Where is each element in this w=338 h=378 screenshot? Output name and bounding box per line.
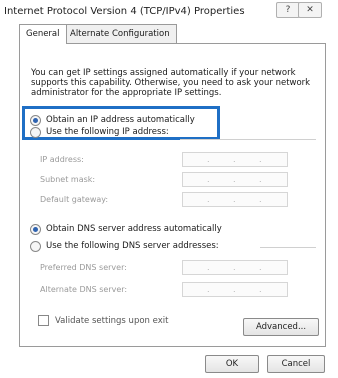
- ok-button[interactable]: OK: [205, 355, 259, 373]
- radio-label: Obtain DNS server address automatically: [46, 224, 222, 234]
- alternate-dns-label: Alternate DNS server:: [40, 285, 128, 294]
- close-button[interactable]: ✕: [298, 2, 322, 18]
- radio-button[interactable]: [30, 223, 41, 235]
- default-gateway-label: Default gateway:: [40, 195, 109, 204]
- subnet-mask-input[interactable]: ...: [182, 172, 288, 187]
- radio-use-following-dns[interactable]: Use the following DNS server addresses:: [30, 240, 219, 252]
- cancel-button[interactable]: Cancel: [267, 355, 325, 373]
- radio-selected-dot: [33, 226, 38, 232]
- preferred-dns-label: Preferred DNS server:: [40, 263, 127, 272]
- radio-button[interactable]: [30, 126, 41, 138]
- help-button[interactable]: ?: [276, 2, 300, 18]
- validate-settings-row[interactable]: Validate settings upon exit: [38, 315, 168, 326]
- radio-label: Use the following IP address:: [46, 127, 169, 137]
- preferred-dns-input[interactable]: ...: [182, 260, 288, 275]
- validate-checkbox[interactable]: [38, 315, 49, 326]
- ip-address-label: IP address:: [40, 155, 84, 164]
- ip-address-input[interactable]: ...: [182, 152, 288, 167]
- advanced-button[interactable]: Advanced...: [243, 318, 319, 336]
- title-bar: Internet Protocol Version 4 (TCP/IPv4) P…: [0, 0, 338, 24]
- radio-obtain-dns-auto[interactable]: Obtain DNS server address automatically: [30, 223, 222, 235]
- window-title: Internet Protocol Version 4 (TCP/IPv4) P…: [4, 6, 245, 17]
- radio-button[interactable]: [30, 240, 41, 252]
- radio-selected-dot: [33, 117, 38, 123]
- radio-button[interactable]: [30, 114, 41, 126]
- radio-label: Use the following DNS server addresses:: [46, 241, 219, 251]
- radio-use-following-ip[interactable]: Use the following IP address:: [30, 126, 169, 138]
- validate-label: Validate settings upon exit: [55, 315, 169, 326]
- default-gateway-input[interactable]: ...: [182, 192, 288, 207]
- tab-general[interactable]: General: [19, 24, 67, 44]
- radio-label: Obtain an IP address automatically: [46, 115, 195, 125]
- radio-obtain-ip-auto[interactable]: Obtain an IP address automatically: [30, 114, 195, 126]
- description-text: You can get IP settings assigned automat…: [31, 68, 311, 98]
- subnet-mask-label: Subnet mask:: [40, 175, 96, 184]
- alternate-dns-input[interactable]: ...: [182, 282, 288, 297]
- tab-alternate-configuration[interactable]: Alternate Configuration: [63, 24, 177, 43]
- group-divider: [180, 139, 316, 140]
- group-divider: [260, 247, 316, 248]
